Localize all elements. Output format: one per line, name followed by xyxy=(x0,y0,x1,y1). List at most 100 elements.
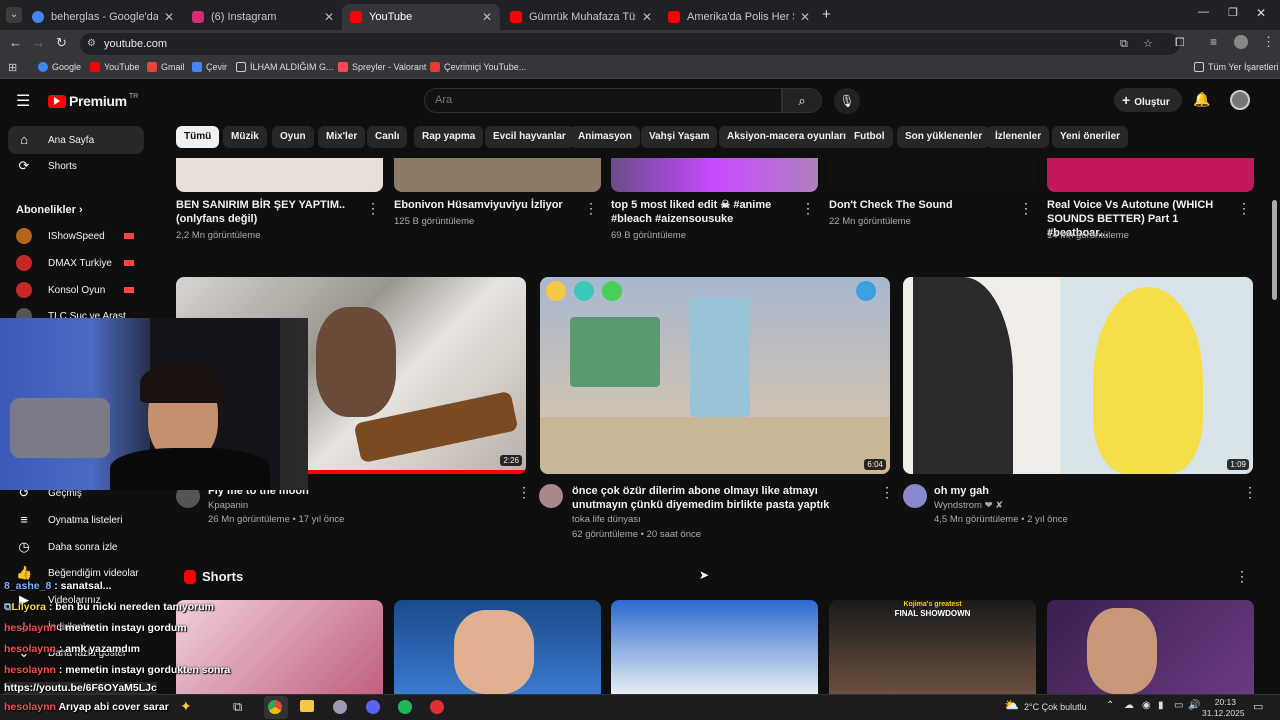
short-thumbnail[interactable] xyxy=(611,600,818,694)
tab-close-icon[interactable]: ✕ xyxy=(800,10,810,24)
more-options-icon[interactable]: ⋮ xyxy=(584,200,598,217)
more-options-icon[interactable]: ⋮ xyxy=(1237,200,1251,217)
weather-text[interactable]: 2°C Çok bulutlu xyxy=(1024,702,1087,712)
chip-live[interactable]: Canlı xyxy=(367,126,408,148)
more-options-icon[interactable]: ⋮ xyxy=(517,484,531,501)
back-icon[interactable]: ← xyxy=(9,35,22,50)
more-options-icon[interactable]: ⋮ xyxy=(1243,484,1257,501)
video-thumbnail[interactable] xyxy=(394,158,601,192)
chip-games[interactable]: Oyun xyxy=(272,126,314,148)
window-close-icon[interactable]: ✕ xyxy=(1256,6,1266,20)
sidebar-item-shorts[interactable]: ⟳ Shorts xyxy=(8,152,144,180)
shorts-more-options-icon[interactable]: ⋮ xyxy=(1235,568,1249,585)
channel-avatar[interactable] xyxy=(539,484,563,508)
video-title[interactable]: oh my gah xyxy=(934,484,1224,498)
tab-instagram[interactable]: (6) Instagram ✕ xyxy=(184,4,342,30)
sidebar-item-home[interactable]: ⌂ Ana Sayfa xyxy=(8,126,144,154)
bookmark-valorant[interactable]: Spreyler - Valorant xyxy=(338,62,426,72)
tab-close-icon[interactable]: ✕ xyxy=(164,10,174,24)
tray-icon[interactable]: ☁ xyxy=(1124,700,1134,711)
chip-rap[interactable]: Rap yapma xyxy=(414,126,484,148)
restore-icon[interactable]: ❐ xyxy=(1228,6,1238,19)
site-info-icon[interactable]: ⚙ xyxy=(87,33,96,55)
reload-icon[interactable]: ↻ xyxy=(56,35,67,51)
channel-name[interactable]: Kpapanin xyxy=(208,499,248,512)
video-thumbnail[interactable] xyxy=(1047,158,1254,192)
video-thumbnail[interactable]: 6:04 xyxy=(540,277,890,474)
video-thumbnail[interactable] xyxy=(829,158,1036,192)
chip-recent[interactable]: Son yüklenenler xyxy=(897,126,991,148)
channel-avatar[interactable] xyxy=(903,484,927,508)
bookmark-cevrimici[interactable]: Çevrimiçi YouTube... xyxy=(430,62,526,72)
apps-grid-icon[interactable]: ⊞ xyxy=(8,61,17,74)
account-avatar[interactable] xyxy=(1230,90,1250,110)
media-controls-icon[interactable]: ≡ xyxy=(1210,35,1217,49)
search-input[interactable]: Ara xyxy=(424,88,782,113)
sidebar-item-watch-later[interactable]: ◷ Daha sonra izle xyxy=(8,533,144,561)
channel-name[interactable]: toka life dünyası xyxy=(572,513,641,526)
discord-icon[interactable] xyxy=(366,700,380,714)
chip-mixes[interactable]: Mix'ler xyxy=(318,126,366,148)
create-button[interactable]: + Oluştur xyxy=(1114,88,1182,112)
video-title[interactable]: önce çok özür dilerim abone olmayı like … xyxy=(572,484,862,512)
more-options-icon[interactable]: ⋮ xyxy=(801,200,815,217)
channel-name[interactable]: Wyndstrom ❤ ✘ xyxy=(934,499,1003,512)
video-title[interactable]: top 5 most liked edit ☠ #anime #bleach #… xyxy=(611,198,791,226)
file-explorer-icon[interactable] xyxy=(300,700,314,712)
video-thumbnail[interactable] xyxy=(176,158,383,192)
tab-close-icon[interactable]: ✕ xyxy=(482,10,492,24)
bookmark-folder-ilham[interactable]: İLHAM ALDIĞIM G... xyxy=(236,62,334,72)
more-options-icon[interactable]: ⋮ xyxy=(366,200,380,217)
tab-close-icon[interactable]: ✕ xyxy=(324,10,334,24)
url-omnibox[interactable]: ⚙ youtube.com ⧉ ☆ xyxy=(80,33,1180,55)
short-thumbnail[interactable] xyxy=(394,600,601,694)
more-options-icon[interactable]: ⋮ xyxy=(880,484,894,501)
more-options-icon[interactable]: ⋮ xyxy=(1019,200,1033,217)
video-title[interactable]: Ebonivon Hüsamviyuviyu İzliyor xyxy=(394,198,574,212)
tray-icon[interactable]: ◉ xyxy=(1142,700,1151,711)
short-thumbnail[interactable] xyxy=(1047,600,1254,694)
tab-search-icon[interactable]: ⌄ xyxy=(6,7,22,23)
chip-all[interactable]: Tümü xyxy=(176,126,220,148)
page-scrollbar[interactable] xyxy=(1272,200,1277,300)
bookmark-google[interactable]: Google xyxy=(38,62,81,72)
tab-gumruk[interactable]: Gümrük Muhafaza Türkiye 31. B✕ xyxy=(502,4,660,30)
network-icon[interactable]: ▭ xyxy=(1174,700,1183,711)
chip-animation[interactable]: Animasyon xyxy=(570,126,640,148)
short-thumbnail[interactable] xyxy=(176,600,383,694)
tab-youtube[interactable]: YouTube ✕ xyxy=(342,4,500,30)
bookmark-gmail[interactable]: Gmail xyxy=(147,62,185,72)
chip-football[interactable]: Futbol xyxy=(846,126,893,148)
video-thumbnail[interactable]: 1:09 xyxy=(903,277,1253,474)
tab-amerika[interactable]: Amerika'da Polis Her Şeyi Görü✕ xyxy=(660,4,818,30)
video-thumbnail[interactable] xyxy=(611,158,818,192)
tab-google[interactable]: beherglas - Google'da Ara✕ xyxy=(24,4,182,30)
video-title[interactable]: BEN SANIRIM BİR ŞEY YAPTIM.. (onlyfans d… xyxy=(176,198,356,226)
copilot-icon[interactable]: ✦ xyxy=(180,698,192,715)
install-app-icon[interactable]: ⧉ xyxy=(1120,33,1128,55)
voice-search-button[interactable]: 🎙 xyxy=(834,88,860,114)
forward-icon[interactable]: → xyxy=(32,35,45,50)
video-title[interactable]: Don't Check The Sound xyxy=(829,198,1009,212)
notifications-bell-icon[interactable]: 🔔 xyxy=(1193,91,1210,108)
clock-date[interactable]: 31.12.2025 xyxy=(1202,708,1245,718)
chip-watched[interactable]: İzlenenler xyxy=(987,126,1050,148)
new-tab-icon[interactable]: + xyxy=(822,6,831,23)
profile-avatar-icon[interactable] xyxy=(1234,35,1248,49)
obs-icon[interactable] xyxy=(430,700,444,714)
chip-music[interactable]: Müzik xyxy=(223,126,267,148)
chip-action-adventure[interactable]: Aksiyon-macera oyunları xyxy=(719,126,854,148)
chip-wildlife[interactable]: Vahşi Yaşam xyxy=(641,126,718,148)
spotify-icon[interactable] xyxy=(398,700,412,714)
bookmark-cevir[interactable]: Çevir xyxy=(192,62,227,72)
tray-chevron-up-icon[interactable]: ⌃ xyxy=(1106,700,1114,711)
sidebar-sub-konsol[interactable]: Konsol Oyun xyxy=(8,276,144,304)
browser-menu-icon[interactable]: ⋮ xyxy=(1262,34,1275,50)
sidebar-item-playlists[interactable]: ≡ Oynatma listeleri xyxy=(8,506,144,534)
short-thumbnail[interactable]: Kojima's greatest FINAL SHOWDOWN xyxy=(829,600,1036,694)
menu-hamburger-icon[interactable]: ☰ xyxy=(16,91,30,111)
youtube-premium-logo[interactable]: Premium TR xyxy=(48,93,138,109)
tab-close-icon[interactable]: ✕ xyxy=(642,10,652,24)
extensions-icon[interactable]: ⧠ xyxy=(1175,35,1185,50)
subscriptions-header[interactable]: Abonelikler › xyxy=(16,204,83,216)
